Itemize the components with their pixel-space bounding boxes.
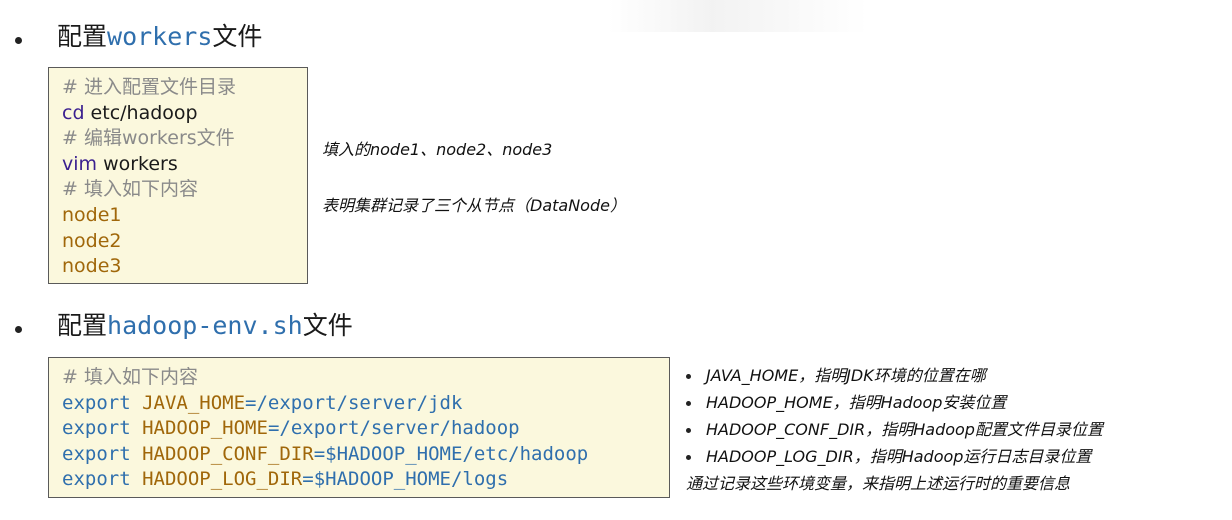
workers-note-1: 填入的node1、node2、node3	[322, 140, 553, 159]
export-keyword: export	[62, 391, 131, 414]
code-comment: # 编辑workers文件	[62, 127, 235, 150]
export-value: =$HADOOP_HOME/logs	[302, 468, 509, 490]
code-argument: workers	[97, 152, 178, 175]
workers-code-box: # 进入配置文件目录 cd etc/hadoop # 编辑workers文件 v…	[48, 67, 308, 284]
code-comment: # 填入如下内容	[62, 366, 198, 388]
heading-suffix: 文件	[302, 311, 353, 340]
export-value: =$HADOOP_HOME/etc/hadoop	[313, 442, 589, 465]
heading-code: workers	[107, 22, 213, 51]
bullet-point	[15, 37, 22, 44]
heading-code: hadoop-env.sh	[107, 311, 303, 340]
export-line: export HADOOP_LOG_DIR=$HADOOP_HOME/logs	[62, 467, 669, 493]
export-keyword: export	[62, 468, 131, 490]
note-bullet	[686, 374, 691, 379]
section-heading-workers: 配置workers文件	[57, 22, 262, 52]
export-keyword: export	[62, 417, 131, 439]
export-variable: JAVA_HOME	[142, 391, 246, 414]
code-command: cd	[62, 101, 85, 124]
bullet-point	[15, 326, 22, 333]
code-node: node3	[62, 255, 122, 278]
code-comment: # 填入如下内容	[62, 178, 198, 201]
env-note-java-home: JAVA_HOME，指明JDK环境的位置在哪	[706, 366, 986, 385]
export-variable: HADOOP_HOME	[142, 417, 268, 439]
export-value: =/export/server/jdk	[245, 391, 463, 414]
export-variable: HADOOP_LOG_DIR	[142, 468, 303, 490]
hadoop-env-code-box: # 填入如下内容 export JAVA_HOME=/export/server…	[48, 357, 670, 498]
export-line: export JAVA_HOME=/export/server/jdk	[62, 391, 669, 417]
code-node: node1	[62, 203, 122, 226]
note-bullet	[686, 455, 691, 460]
export-keyword: export	[62, 442, 131, 465]
env-summary: 通过记录这些环境变量，来指明上述运行时的重要信息	[686, 474, 1071, 493]
env-note-hadoop-conf-dir: HADOOP_CONF_DIR，指明Hadoop配置文件目录位置	[706, 420, 1103, 439]
workers-note-2: 表明集群记录了三个从节点（DataNode）	[322, 196, 626, 215]
note-bullet	[686, 401, 691, 406]
code-line: cd etc/hadoop	[62, 101, 307, 127]
heading-prefix: 配置	[57, 22, 108, 51]
heading-suffix: 文件	[212, 22, 263, 51]
background-shading	[608, 0, 868, 32]
code-command: vim	[62, 152, 98, 175]
code-argument: etc/hadoop	[84, 101, 198, 124]
code-comment: # 进入配置文件目录	[62, 76, 236, 98]
section-heading-hadoop-env: 配置hadoop-env.sh文件	[57, 311, 353, 341]
env-note-hadoop-home: HADOOP_HOME，指明Hadoop安装位置	[706, 393, 1007, 412]
export-value: =/export/server/hadoop	[267, 417, 520, 439]
note-bullet	[686, 428, 691, 433]
heading-prefix: 配置	[57, 311, 108, 340]
code-node: node2	[62, 229, 122, 252]
export-line: export HADOOP_CONF_DIR=$HADOOP_HOME/etc/…	[62, 442, 669, 468]
export-variable: HADOOP_CONF_DIR	[142, 442, 314, 465]
env-note-hadoop-log-dir: HADOOP_LOG_DIR，指明Hadoop运行日志目录位置	[706, 447, 1092, 466]
code-line: vim workers	[62, 152, 307, 178]
export-line: export HADOOP_HOME=/export/server/hadoop	[62, 416, 669, 442]
